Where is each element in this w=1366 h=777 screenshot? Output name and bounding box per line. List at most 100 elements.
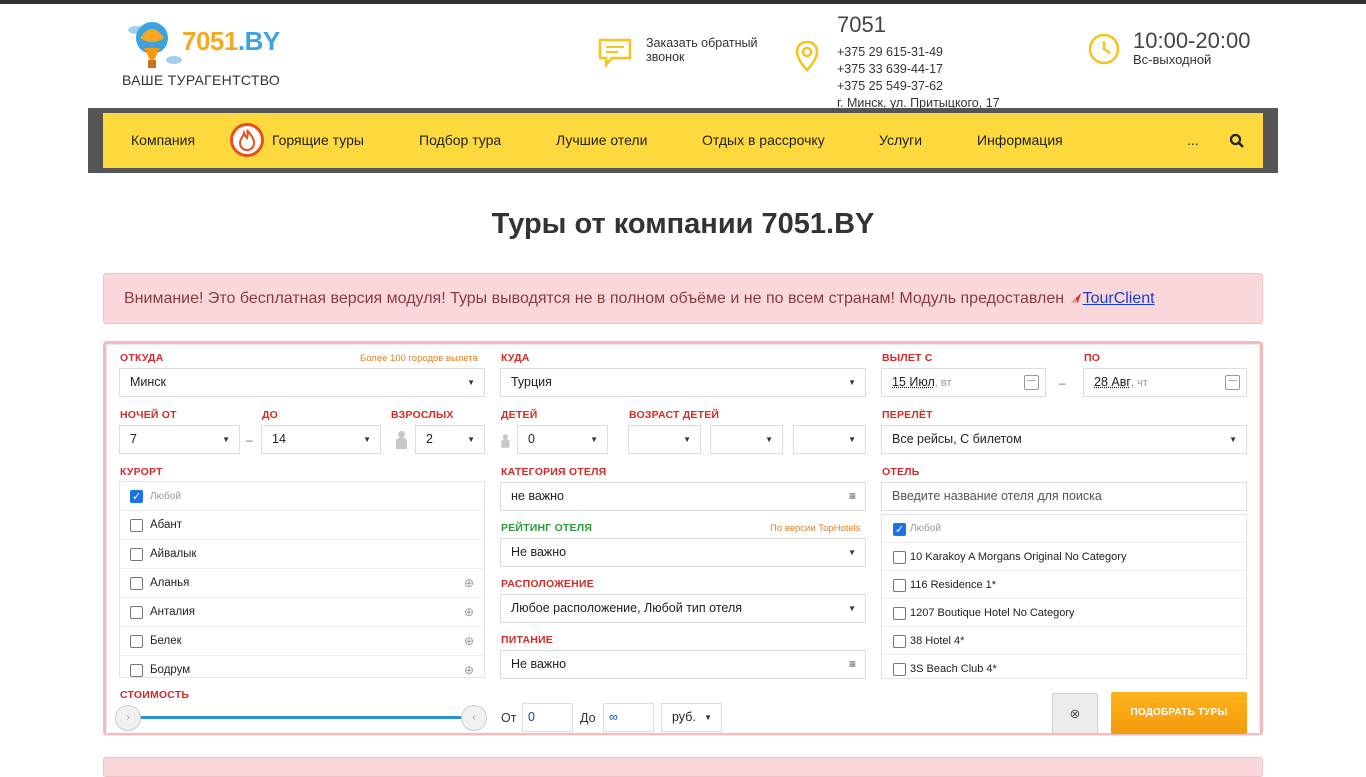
calendar-icon — [1225, 375, 1240, 390]
checkbox[interactable] — [130, 519, 143, 532]
phone-2[interactable]: +375 33 639-44-17 — [837, 61, 1037, 78]
meal-select[interactable]: Не важно ≡ — [500, 650, 866, 679]
hotel-item[interactable]: 116 Residence 1* — [882, 571, 1246, 599]
expand-icon[interactable]: ⊕ — [464, 627, 474, 656]
chevron-down-icon: ▼ — [467, 435, 475, 444]
checkbox[interactable] — [130, 664, 143, 677]
checkbox[interactable] — [893, 663, 906, 676]
checkbox[interactable] — [893, 551, 906, 564]
resort-item-any[interactable]: Любой — [120, 482, 484, 512]
nav-item-information[interactable]: Информация — [977, 113, 1063, 168]
checkbox[interactable] — [130, 577, 143, 590]
resort-name: Бодрум — [150, 664, 191, 676]
resort-item[interactable]: Абант — [120, 511, 484, 540]
adult-icon — [395, 431, 407, 449]
hotel-name: 38 Hotel 4* — [910, 635, 965, 647]
child-age-2-select[interactable]: ▼ — [710, 425, 783, 454]
until-date: 28 Авг — [1094, 375, 1131, 389]
flight-select[interactable]: Все рейсы, С билетом ▼ — [881, 425, 1247, 454]
site-header: 7051.BY ВАШЕ ТУРАГЕНТСТВО Заказать обрат… — [88, 4, 1278, 110]
phone-1[interactable]: +375 29 615-31-49 — [837, 44, 1037, 61]
nav-item-tour-search[interactable]: Подбор тура — [419, 113, 501, 168]
checkbox[interactable] — [893, 635, 906, 648]
working-hours: 10:00-20:00 — [1133, 28, 1251, 53]
from-hint[interactable]: Более 100 городов вылета — [360, 353, 478, 364]
phone-3[interactable]: +375 25 549-37-62 — [837, 78, 1037, 95]
chevron-down-icon: ▼ — [848, 435, 856, 444]
nights-to-select[interactable]: 14 ▼ — [261, 425, 381, 454]
nav-item-installments[interactable]: Отдых в рассрочку — [702, 113, 825, 168]
main-nav: Компания Горящие туры Подбор тура Лучшие… — [103, 113, 1263, 168]
search-icon[interactable] — [1229, 133, 1245, 149]
chevron-down-icon: ▼ — [765, 435, 773, 444]
checkbox[interactable] — [130, 483, 143, 512]
meal-label: ПИТАНИЕ — [501, 634, 553, 646]
hotel-item[interactable]: 1207 Boutique Hotel No Category — [882, 599, 1246, 627]
chevron-down-icon: ▼ — [590, 435, 598, 444]
checkbox[interactable] — [130, 635, 143, 648]
hotel-item[interactable]: 38 Hotel 4* — [882, 627, 1246, 655]
rating-hint[interactable]: По версии TopHotels — [770, 523, 861, 534]
checkbox[interactable] — [130, 606, 143, 619]
expand-icon[interactable]: ⊕ — [464, 569, 474, 598]
nav-item-services[interactable]: Услуги — [879, 113, 922, 168]
child-age-3-select[interactable]: ▼ — [793, 425, 866, 454]
checkbox[interactable] — [130, 548, 143, 561]
currency-select[interactable]: руб. ▼ — [661, 703, 722, 732]
price-from-input[interactable]: 0 — [522, 703, 573, 732]
expand-icon[interactable]: ⊕ — [464, 598, 474, 627]
hotel-search-input[interactable]: Введите название отеля для поиска — [881, 482, 1247, 511]
hotel-name: Любой — [910, 523, 941, 534]
hotel-item[interactable]: 10 Karakoy A Morgans Original No Categor… — [882, 543, 1246, 571]
depart-date-field[interactable]: 15 Июл, вт — [881, 368, 1046, 397]
resort-item[interactable]: Аланья ⊕ — [120, 569, 484, 598]
logo[interactable]: 7051.BY — [124, 16, 284, 76]
free-version-alert: Внимание! Это бесплатная версия модуля! … — [103, 273, 1263, 324]
nav-item-more[interactable]: ... — [1187, 113, 1199, 168]
expand-icon[interactable]: ⊕ — [464, 656, 474, 677]
location-select[interactable]: Любое расположение, Любой тип отеля ▼ — [500, 594, 866, 623]
hotel-item[interactable]: 3S Beach Club 4* — [882, 655, 1246, 678]
nav-item-hot-tours[interactable]: Горящие туры — [272, 113, 364, 168]
resort-item[interactable]: Бодрум ⊕ — [120, 656, 484, 677]
to-select[interactable]: Турция ▼ — [500, 368, 866, 397]
clock-icon — [1088, 33, 1120, 65]
currency-value: руб. — [672, 710, 696, 724]
price-slider-track[interactable] — [126, 716, 476, 719]
from-label: ОТКУДА — [120, 352, 164, 364]
from-value: Минск — [130, 375, 167, 389]
callback-link[interactable]: Заказать обратный звонок — [598, 36, 778, 76]
adults-select[interactable]: 2 ▼ — [415, 425, 485, 454]
hotel-label: ОТЕЛЬ — [882, 466, 920, 478]
resort-item[interactable]: Белек ⊕ — [120, 627, 484, 656]
children-select[interactable]: 0 ▼ — [517, 425, 608, 454]
search-tours-button[interactable]: ПОДОБРАТЬ ТУРЫ — [1111, 692, 1247, 734]
category-value: не важно — [511, 489, 564, 503]
child-age-1-select[interactable]: ▼ — [628, 425, 701, 454]
rating-value: Не важно — [511, 545, 567, 559]
location-value: Любое расположение, Любой тип отеля — [511, 601, 743, 615]
price-to-input[interactable]: ∞ — [603, 703, 654, 732]
nav-item-company[interactable]: Компания — [131, 113, 195, 168]
rating-select[interactable]: Не важно ▼ — [500, 538, 866, 567]
nav-item-best-hotels[interactable]: Лучшие отели — [556, 113, 647, 168]
resort-name: Айвалык — [150, 548, 197, 560]
price-to-label: До — [580, 711, 596, 725]
price-slider-max-handle[interactable]: ‹ — [461, 705, 487, 731]
resort-item[interactable]: Анталия ⊕ — [120, 598, 484, 627]
checkbox[interactable] — [893, 516, 906, 544]
menu-icon: ≡ — [848, 489, 856, 503]
until-date-field[interactable]: 28 Авг, чт — [1083, 368, 1247, 397]
category-select[interactable]: не важно ≡ — [500, 482, 866, 511]
hotel-name: 1207 Boutique Hotel No Category — [910, 607, 1075, 619]
hotel-item-any[interactable]: Любой — [882, 515, 1246, 544]
nights-from-select[interactable]: 7 ▼ — [119, 425, 240, 454]
tourclient-link[interactable]: TourClient — [1083, 290, 1155, 307]
nights-to-value: 14 — [272, 432, 286, 446]
checkbox[interactable] — [893, 607, 906, 620]
resort-item[interactable]: Айвалык — [120, 540, 484, 569]
price-slider-min-handle[interactable]: › — [115, 705, 141, 731]
from-select[interactable]: Минск ▼ — [119, 368, 485, 397]
checkbox[interactable] — [893, 579, 906, 592]
reset-button[interactable]: ⊗ — [1052, 693, 1098, 734]
